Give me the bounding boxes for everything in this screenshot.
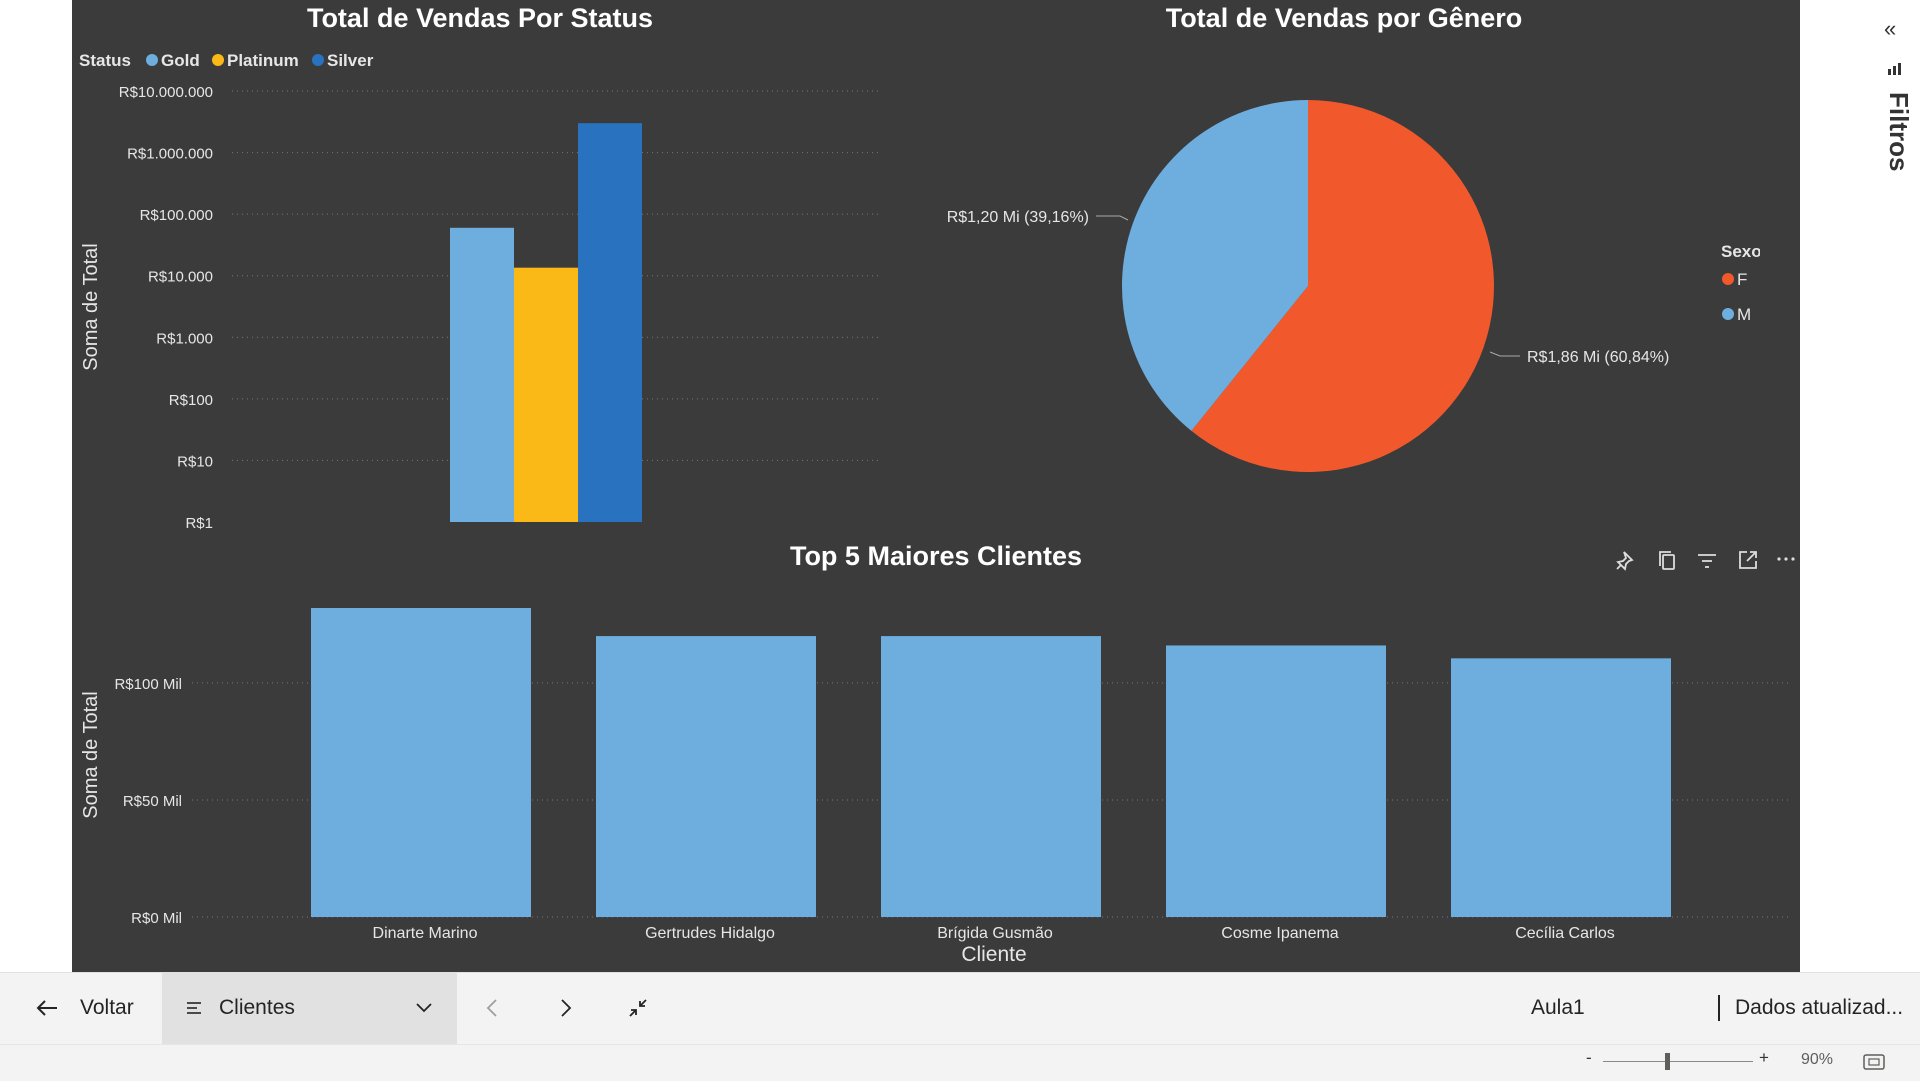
page-label: Clientes bbox=[219, 996, 295, 1019]
top5-y-tick: R$100 Mil bbox=[114, 676, 182, 693]
pie-label-m: R$1,20 Mi (39,16%) bbox=[947, 209, 1089, 226]
legend-m-swatch bbox=[1722, 308, 1734, 320]
more-options-icon[interactable] bbox=[1775, 551, 1797, 567]
page-dropdown[interactable]: Clientes bbox=[187, 972, 432, 1044]
status-bar-silver[interactable] bbox=[578, 123, 642, 522]
visual-header-icons bbox=[1615, 548, 1797, 573]
legend-gold-swatch bbox=[146, 54, 158, 66]
status-y-tick: R$1.000.000 bbox=[127, 146, 213, 163]
gender-chart-title: Total de Vendas por Gênero bbox=[1166, 3, 1523, 33]
back-button[interactable]: Voltar bbox=[36, 972, 134, 1044]
status-bar-chart[interactable]: Total de Vendas Por Status Status Gold P… bbox=[72, 0, 892, 540]
legend-f-swatch bbox=[1722, 273, 1734, 285]
status-bar-gold[interactable] bbox=[450, 227, 514, 522]
back-label: Voltar bbox=[80, 996, 134, 1019]
next-page-button[interactable] bbox=[560, 972, 572, 1044]
zoom-level[interactable]: 90% bbox=[1801, 1051, 1833, 1069]
chevron-left-icon bbox=[486, 999, 497, 1017]
gender-pie-chart[interactable]: Total de Vendas por Gênero R$1,20 Mi (39… bbox=[900, 0, 1760, 520]
status-legend[interactable]: Status Gold Platinum Silver bbox=[79, 51, 374, 70]
status-y-tick: R$10.000.000 bbox=[119, 84, 213, 101]
zoom-out-button[interactable]: - bbox=[1586, 1048, 1592, 1068]
filter-pane-icon bbox=[1888, 63, 1901, 75]
label-leader-f bbox=[1489, 351, 1520, 357]
top5-y-axis-title: Soma de Total bbox=[80, 691, 102, 819]
top5-bar[interactable] bbox=[881, 636, 1101, 917]
zoom-slider-track[interactable] bbox=[1603, 1061, 1753, 1062]
legend-gold-label: Gold bbox=[161, 51, 200, 70]
legend-silver-label: Silver bbox=[327, 51, 374, 70]
top5-category-label: Cosme Ipanema bbox=[1221, 925, 1338, 942]
arrow-left-icon bbox=[36, 1000, 57, 1016]
collapse-pane-icon[interactable]: « bbox=[1884, 16, 1896, 42]
report-name: Aula1 bbox=[1531, 996, 1585, 1019]
legend-m-label: M bbox=[1737, 305, 1751, 324]
status-y-tick: R$10.000 bbox=[148, 269, 213, 286]
filter-icon[interactable] bbox=[1696, 551, 1718, 571]
legend-silver-swatch bbox=[312, 54, 324, 66]
bottom-bar-divider bbox=[1718, 995, 1720, 1021]
pin-icon[interactable] bbox=[1615, 548, 1639, 572]
data-refresh-status[interactable]: Dados atualizad... bbox=[1735, 972, 1903, 1044]
legend-platinum-swatch bbox=[212, 54, 224, 66]
status-bar bbox=[0, 1044, 1920, 1081]
exit-fullscreen-button[interactable] bbox=[628, 972, 648, 1044]
status-y-tick: R$10 bbox=[177, 453, 213, 470]
page-list-icon bbox=[187, 1002, 201, 1014]
status-y-axis-title: Soma de Total bbox=[80, 243, 102, 371]
top5-bar[interactable] bbox=[1166, 645, 1386, 917]
top5-category-label: Gertrudes Hidalgo bbox=[645, 925, 775, 942]
top5-chart-title: Top 5 Maiores Clientes bbox=[790, 541, 1082, 571]
chevron-right-icon bbox=[561, 999, 572, 1017]
fit-to-page-icon[interactable] bbox=[1863, 1053, 1885, 1071]
top5-category-label: Dinarte Marino bbox=[373, 925, 478, 942]
gender-legend-title: Sexo bbox=[1721, 242, 1760, 261]
top5-category-label: Brígida Gusmão bbox=[937, 925, 1053, 942]
chevron-down-icon bbox=[416, 1003, 432, 1013]
label-leader-m bbox=[1096, 215, 1129, 221]
status-y-tick: R$100 bbox=[169, 392, 213, 409]
top5-bar[interactable] bbox=[596, 636, 816, 917]
status-y-tick: R$100.000 bbox=[140, 207, 213, 224]
legend-f-label: F bbox=[1737, 270, 1747, 289]
zoom-in-button[interactable]: + bbox=[1759, 1048, 1769, 1068]
status-legend-title: Status bbox=[79, 51, 131, 70]
top5-bar[interactable] bbox=[1451, 658, 1671, 917]
gender-legend[interactable]: Sexo F M bbox=[1721, 242, 1760, 324]
top5-category-label: Cecília Carlos bbox=[1515, 925, 1615, 942]
previous-page-button[interactable] bbox=[486, 972, 498, 1044]
top5-y-tick: R$50 Mil bbox=[123, 793, 182, 810]
status-bar-platinum[interactable] bbox=[514, 267, 578, 522]
zoom-slider-thumb[interactable] bbox=[1665, 1053, 1670, 1070]
minimize-icon bbox=[629, 999, 647, 1017]
focus-mode-icon[interactable] bbox=[1737, 549, 1759, 571]
status-y-tick: R$1.000 bbox=[156, 330, 213, 347]
filters-label[interactable]: Filtros bbox=[1883, 92, 1914, 171]
top5-x-axis-title: Cliente bbox=[961, 943, 1026, 966]
status-chart-title: Total de Vendas Por Status bbox=[307, 3, 653, 33]
pie-label-f: R$1,86 Mi (60,84%) bbox=[1527, 349, 1669, 366]
top5-clients-chart[interactable]: Top 5 Maiores Clientes Soma de Total Cli… bbox=[72, 530, 1800, 972]
top5-bar[interactable] bbox=[311, 608, 531, 917]
legend-platinum-label: Platinum bbox=[227, 51, 299, 70]
top5-y-tick: R$0 Mil bbox=[131, 910, 182, 927]
copy-icon[interactable] bbox=[1657, 549, 1679, 573]
